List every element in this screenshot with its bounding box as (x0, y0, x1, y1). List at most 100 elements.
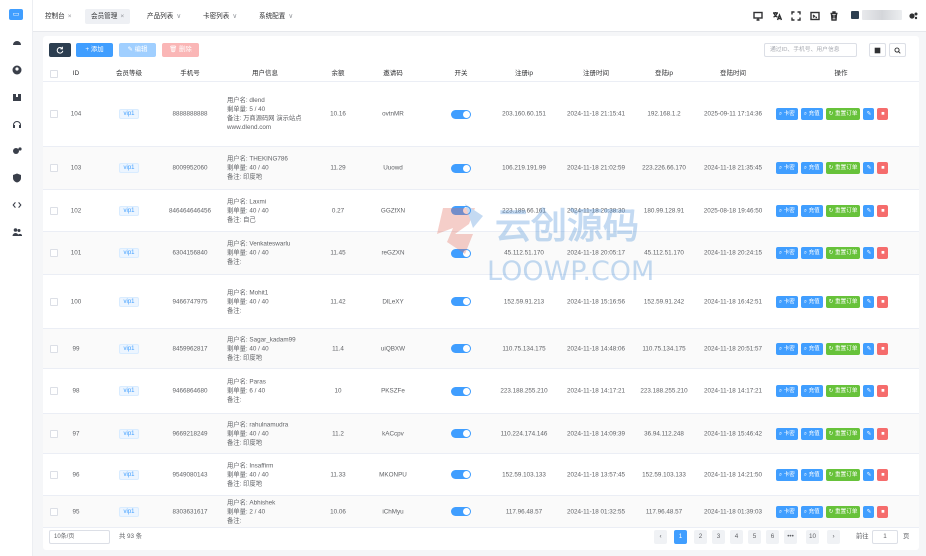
trash-icon[interactable] (828, 10, 839, 21)
delete-row-button[interactable]: ■ (877, 505, 889, 518)
tab-system[interactable]: 系统配置 ∨ (253, 9, 299, 24)
edit-button[interactable]: ✎ 编辑 (119, 43, 156, 57)
logo[interactable]: ▭ (9, 9, 23, 20)
reset-order-button[interactable]: ↻ 重置订单 (825, 295, 861, 308)
reset-order-button[interactable]: ↻ 重置订单 (825, 385, 861, 397)
delete-row-button[interactable]: ■ (877, 385, 889, 397)
chevron-down-icon[interactable]: ∨ (288, 13, 293, 20)
card-button[interactable]: ⌕ 卡密 (776, 108, 798, 120)
edit-row-button[interactable]: ✎ (863, 108, 875, 120)
reset-order-button[interactable]: ↻ 重置订单 (825, 108, 861, 120)
status-toggle[interactable] (451, 109, 471, 119)
row-checkbox[interactable] (50, 470, 58, 479)
recharge-button[interactable]: ⌕ 充值 (800, 108, 823, 120)
avatar[interactable] (851, 11, 859, 19)
recharge-button[interactable]: ⌕ 充值 (800, 204, 823, 217)
page-size-select[interactable]: 10条/页 (49, 530, 110, 544)
delete-row-button[interactable]: ■ (877, 468, 889, 481)
fullscreen-icon[interactable] (790, 10, 801, 21)
col-id[interactable]: ID (66, 66, 86, 82)
table-row[interactable]: 104 vip1 8888888888 用户名: dlend 剩单量: 5 / 40 备注… (43, 82, 919, 147)
col-reg-ip[interactable]: 注册ip (496, 66, 552, 82)
goto-input[interactable]: 1 (872, 530, 898, 544)
page-3[interactable]: 3 (712, 530, 725, 544)
chevron-down-icon[interactable]: ∨ (232, 13, 237, 20)
edit-row-button[interactable]: ✎ (863, 385, 875, 397)
card-button[interactable]: ⌕ 卡密 (776, 295, 798, 308)
row-checkbox[interactable] (50, 387, 58, 395)
status-toggle[interactable] (451, 386, 471, 396)
edit-row-button[interactable]: ✎ (863, 247, 875, 259)
recharge-button[interactable]: ⌕ 充值 (800, 505, 823, 518)
user-circle-icon[interactable] (10, 63, 23, 76)
card-button[interactable]: ⌕ 卡密 (776, 468, 798, 481)
monitor-icon[interactable] (752, 10, 763, 21)
row-checkbox[interactable] (50, 164, 58, 172)
col-login-time[interactable]: 登陆时间 (699, 66, 767, 82)
delete-row-button[interactable]: ■ (877, 427, 889, 440)
reset-order-button[interactable]: ↻ 重置订单 (825, 162, 861, 174)
card-button[interactable]: ⌕ 卡密 (776, 385, 798, 397)
reset-order-button[interactable]: ↻ 重置订单 (825, 247, 861, 259)
row-checkbox[interactable] (50, 206, 58, 215)
recharge-button[interactable]: ⌕ 充值 (800, 342, 823, 355)
code-icon[interactable] (10, 198, 23, 211)
next-page-button[interactable]: › (827, 530, 840, 544)
table-row[interactable]: 99 vip1 8459962817 用户名: Sagar_kadam99 剩单量: 4… (43, 329, 919, 369)
tab-products[interactable]: 产品列表 ∨ (141, 9, 187, 24)
dashboard-icon[interactable] (10, 36, 23, 49)
box-icon[interactable] (10, 90, 23, 103)
delete-row-button[interactable]: ■ (877, 247, 889, 259)
search-input[interactable]: 通过ID、手机号、用户信息 (764, 43, 857, 57)
status-toggle[interactable] (451, 470, 471, 479)
recharge-button[interactable]: ⌕ 充值 (800, 247, 823, 259)
status-toggle[interactable] (451, 344, 471, 353)
row-checkbox[interactable] (50, 507, 58, 516)
card-button[interactable]: ⌕ 卡密 (776, 204, 798, 217)
table-row[interactable]: 95 vip1 8303631617 用户名: Abhishek 剩单量: 2 / 40… (43, 496, 919, 528)
headset-icon[interactable] (10, 117, 23, 130)
card-button[interactable]: ⌕ 卡密 (776, 247, 798, 259)
table-row[interactable]: 98 vip1 9466864680 用户名: Paras 剩单量: 6 / 40 备注:… (43, 369, 919, 414)
recharge-button[interactable]: ⌕ 充值 (800, 162, 823, 174)
page-1[interactable]: 1 (674, 530, 687, 544)
page-10[interactable]: 10 (806, 530, 819, 544)
row-checkbox[interactable] (50, 249, 58, 257)
shield-icon[interactable] (10, 171, 23, 184)
col-login-ip[interactable]: 登陆ip (636, 66, 692, 82)
add-button[interactable]: + 添加 (76, 43, 113, 57)
recharge-button[interactable]: ⌕ 充值 (800, 468, 823, 481)
delete-row-button[interactable]: ■ (877, 162, 889, 174)
chevron-down-icon[interactable]: ∨ (176, 13, 181, 20)
gear-icon[interactable] (10, 144, 23, 157)
page-6[interactable]: 6 (766, 530, 779, 544)
users-icon[interactable] (10, 225, 23, 238)
row-checkbox[interactable] (50, 429, 58, 438)
status-toggle[interactable] (451, 163, 471, 173)
table-view-button[interactable] (869, 43, 886, 57)
edit-row-button[interactable]: ✎ (863, 162, 875, 174)
delete-row-button[interactable]: ■ (877, 204, 889, 217)
recharge-button[interactable]: ⌕ 充值 (800, 427, 823, 440)
tab-members[interactable]: 会员管理 × (85, 9, 131, 24)
page-4[interactable]: 4 (730, 530, 743, 544)
page-ellipsis[interactable]: ••• (784, 530, 797, 544)
prev-page-button[interactable]: ‹ (654, 530, 667, 544)
reset-order-button[interactable]: ↻ 重置订单 (825, 342, 861, 355)
row-checkbox[interactable] (50, 344, 58, 353)
table-row[interactable]: 100 vip1 9466747975 用户名: Mohit1 剩单量: 40 / 40… (43, 275, 919, 329)
edit-row-button[interactable]: ✎ (863, 295, 875, 308)
close-icon[interactable]: × (68, 13, 72, 20)
search-button[interactable] (889, 43, 906, 57)
edit-row-button[interactable]: ✎ (863, 505, 875, 518)
tab-cards[interactable]: 卡密列表 ∨ (197, 9, 243, 24)
card-button[interactable]: ⌕ 卡密 (776, 505, 798, 518)
card-button[interactable]: ⌕ 卡密 (776, 342, 798, 355)
reset-order-button[interactable]: ↻ 重置订单 (825, 468, 861, 481)
reset-order-button[interactable]: ↻ 重置订单 (825, 427, 861, 440)
status-toggle[interactable] (451, 429, 471, 438)
terminal-icon[interactable] (809, 10, 820, 21)
table-row[interactable]: 103 vip1 8009952060 用户名: THEKING786 剩单量: 40 … (43, 147, 919, 190)
status-toggle[interactable] (451, 297, 471, 306)
delete-row-button[interactable]: ■ (877, 295, 889, 308)
